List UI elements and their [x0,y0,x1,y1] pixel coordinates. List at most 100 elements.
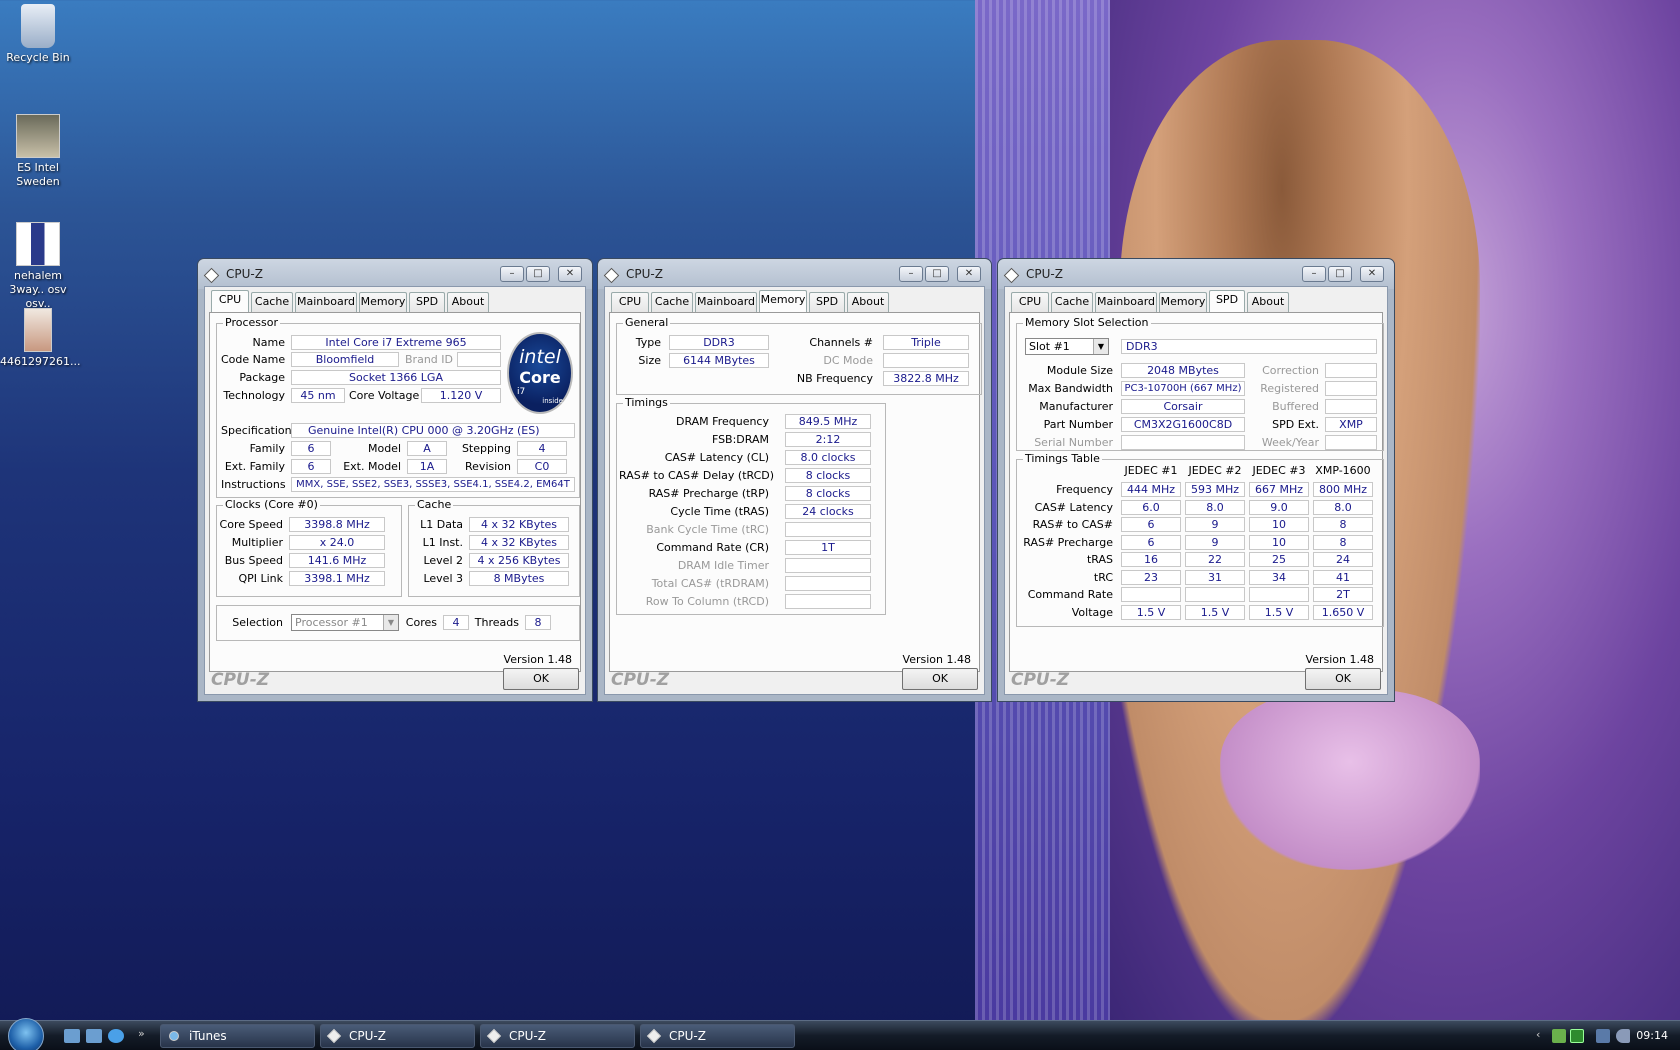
spd-panel: Memory Slot Selection Slot #1 ▼ DDR3 Mod… [1009,312,1384,672]
dc-mode-field [883,353,969,368]
taskbar-item-cpuz-2[interactable]: CPU-Z [480,1024,635,1048]
level2-label: Level 2 [423,554,463,567]
minimize-button[interactable]: – [1302,266,1326,282]
tab-cache[interactable]: Cache [651,292,693,312]
correction-field [1325,363,1377,378]
group-title: Timings [623,396,670,409]
tab-memory[interactable]: Memory [359,292,407,312]
family-field: 6 [291,441,331,456]
tab-cache[interactable]: Cache [251,292,293,312]
close-button[interactable]: ✕ [957,266,981,282]
tab-spd[interactable]: SPD [809,292,845,312]
network-icon[interactable] [1596,1029,1610,1043]
taskbar-item-itunes[interactable]: iTunes [160,1024,315,1048]
window-title: CPU-Z [1026,267,1063,281]
maximize-button[interactable]: □ [925,266,949,282]
tab-cache[interactable]: Cache [1051,292,1093,312]
tab-cpu[interactable]: CPU [611,292,649,312]
cpuz-icon [203,267,220,284]
version-label: Version 1.48 [503,653,572,666]
ok-button[interactable]: OK [503,668,579,690]
tab-about[interactable]: About [447,292,489,312]
timings-cell: 1.5 V [1121,604,1181,620]
manufacturer-field: Corsair [1121,399,1245,414]
show-desktop-icon[interactable] [64,1029,80,1043]
timings-group: Timings DRAM Frequency 849.5 MHz FSB:DRAM 2… [616,396,886,615]
timings-cell: 8 [1313,517,1373,532]
chevron-down-icon: ▼ [383,615,398,630]
spd-ext-label: SPD Ext. [1272,418,1319,431]
channels-field: Triple [883,335,969,350]
ext-model-field: 1A [407,459,447,474]
slot-select[interactable]: Slot #1 ▼ [1025,338,1109,355]
quicklaunch-overflow-icon[interactable]: » [138,1027,145,1040]
revision-label: Revision [465,460,511,473]
processor-select-value: Processor #1 [295,616,368,629]
maximize-button[interactable]: □ [1328,266,1352,282]
tray-expand-icon[interactable]: ‹ [1536,1028,1540,1041]
desktop-icon-recycle-bin[interactable]: Recycle Bin [0,4,76,65]
cpuz-watermark: CPU-Z [1011,670,1070,690]
timings-cell: 9.0 [1249,499,1309,515]
cpuz-window-spd[interactable]: CPU-Z – □ ✕ CPU Cache Mainboard Memory S… [997,258,1395,702]
timings-table-group: Timings Table JEDEC #1 JEDEC #2 JEDEC #3 XM… [1016,452,1384,627]
intel-core-i7-logo: intel Core i7 inside [507,332,573,414]
close-button[interactable]: ✕ [558,266,582,282]
tab-about[interactable]: About [847,292,889,312]
memory-slot-group: Memory Slot Selection Slot #1 ▼ DDR3 Mod… [1016,316,1384,451]
taskbar-item-cpuz-1[interactable]: CPU-Z [320,1024,475,1048]
window-client: CPU Cache Mainboard Memory SPD About Gen… [604,286,985,695]
title-bar[interactable]: CPU-Z – □ ✕ [603,264,985,286]
timings-cell: 6 [1121,534,1181,550]
spd-ext-field: XMP [1325,417,1377,432]
specification-field: Genuine Intel(R) CPU 000 @ 3.20GHz (ES) [291,423,575,438]
ext-family-field: 6 [291,459,331,474]
tray-green-icon[interactable] [1570,1029,1584,1043]
week-year-field [1325,435,1377,450]
start-button[interactable] [8,1018,44,1050]
title-bar[interactable]: CPU-Z – □ ✕ [1003,264,1388,286]
volume-icon[interactable] [1616,1029,1630,1043]
tab-spd[interactable]: SPD [409,292,445,312]
core-speed-field: 3398.8 MHz [289,517,385,532]
tab-spd[interactable]: SPD [1209,290,1245,313]
tab-mainboard[interactable]: Mainboard [295,292,357,312]
tab-cpu[interactable]: CPU [211,290,249,313]
name-label: Name [252,336,285,349]
serial-number-field [1121,435,1245,450]
channels-label: Channels # [809,336,873,349]
timing-label: Command Rate (CR) [656,541,769,554]
l1-data-label: L1 Data [420,518,463,531]
cpuz-window-cpu[interactable]: CPU-Z – □ ✕ CPU Cache Mainboard Memory S… [197,258,593,702]
tab-about[interactable]: About [1247,292,1289,312]
ok-button[interactable]: OK [1305,668,1381,690]
group-title: Cache [415,498,454,511]
tab-mainboard[interactable]: Mainboard [695,292,757,312]
minimize-button[interactable]: – [899,266,923,282]
cores-field: 4 [443,615,469,630]
taskbar-item-cpuz-3[interactable]: CPU-Z [640,1024,795,1048]
minimize-button[interactable]: – [500,266,524,282]
desktop-icon-es-intel-sweden[interactable]: ES Intel Sweden [0,114,76,189]
tab-memory[interactable]: Memory [1159,292,1207,312]
timing-value [785,522,871,537]
ok-button[interactable]: OK [902,668,978,690]
module-size-label: Module Size [1046,364,1113,377]
close-button[interactable]: ✕ [1360,266,1384,282]
processor-select[interactable]: Processor #1 ▼ [291,614,399,631]
tab-memory[interactable]: Memory [759,290,807,313]
tab-cpu[interactable]: CPU [1011,292,1049,312]
internet-explorer-icon[interactable] [108,1029,124,1043]
desktop-icon-photo[interactable]: 4461297261... [0,308,80,369]
cpuz-window-memory[interactable]: CPU-Z – □ ✕ CPU Cache Mainboard Memory S… [597,258,992,702]
desktop-icon-nehalem[interactable]: nehalem 3way.. osv osv.. [0,222,76,311]
tray-app-icon[interactable] [1552,1029,1566,1043]
timings-row-label: Voltage [1071,605,1113,619]
tab-mainboard[interactable]: Mainboard [1095,292,1157,312]
cpuz-icon [326,1028,342,1044]
specification-label: Specification [221,424,292,437]
clock[interactable]: 09:14 [1636,1029,1668,1042]
title-bar[interactable]: CPU-Z – □ ✕ [203,264,586,286]
switch-windows-icon[interactable] [86,1029,102,1043]
maximize-button[interactable]: □ [526,266,550,282]
